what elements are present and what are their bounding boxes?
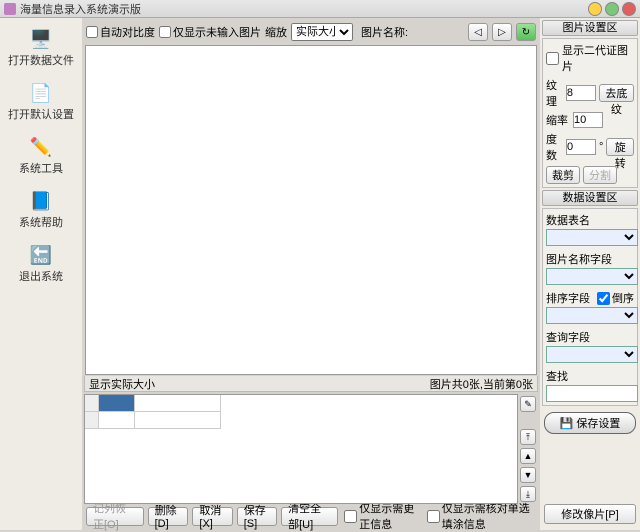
query-field-select[interactable] [546,346,638,363]
modify-image-button[interactable]: 修改像片[P] [544,504,636,524]
image-viewer[interactable] [85,45,537,375]
sidebar-item-label: 退出系统 [19,268,63,284]
find-label: 查找 [546,368,634,384]
table-row [85,412,517,429]
reverse-checkbox[interactable]: 倒序 [597,290,634,306]
wenli-label: 纹理 [546,77,563,109]
image-settings-box: 显示二代证图片 纹理去底纹 缩率 度数°旋转 裁剪分割 [542,38,638,188]
save-settings-button[interactable]: 💾保存设置 [544,412,636,434]
image-name-label: 图片名称: [361,24,408,40]
right-pane: 图片设置区 显示二代证图片 纹理去底纹 缩率 度数°旋转 裁剪分割 数据设置区 … [540,18,640,530]
zoom-label: 缩放 [265,24,287,40]
edit-icon[interactable]: ✎ [520,396,536,412]
restore-button[interactable]: 记列恢正[O] [86,507,144,526]
sidebar-item-help[interactable]: 📘 系统帮助 [6,186,76,234]
main-pane: 自动对比度 仅显示未输入图片 缩放 实际大小 图片名称: ◁ ▷ ↻ 显示实际大… [82,18,540,530]
sidebar-item-open-default[interactable]: 📄 打开默认设置 [6,78,76,126]
img-field-select[interactable] [546,268,638,285]
toolbar: 自动对比度 仅显示未输入图片 缩放 实际大小 图片名称: ◁ ▷ ↻ [84,20,538,44]
down-icon[interactable]: ▼ [520,467,536,483]
suolv-input[interactable] [573,112,603,128]
sidebar-item-label: 打开默认设置 [8,106,74,122]
close-button[interactable] [622,2,636,16]
sidebar-item-exit[interactable]: 🔚 退出系统 [6,240,76,288]
dushu-input[interactable] [566,139,596,155]
img-field-label: 图片名称字段 [546,251,634,267]
top-icon[interactable]: ⤒ [520,429,536,445]
up-icon[interactable]: ▲ [520,448,536,464]
split-button[interactable]: 分割 [583,166,617,184]
only-review-checkbox[interactable]: 仅显示需核对单选填涂信息 [427,500,536,532]
app-icon [4,3,16,15]
find-input[interactable] [546,385,638,402]
next-button[interactable]: ▷ [492,23,512,41]
auto-contrast-checkbox[interactable]: 自动对比度 [86,24,155,40]
show-2d-checkbox[interactable]: 显示二代证图片 [546,42,634,74]
exit-icon: 🔚 [27,244,55,266]
sidebar: 🖥️ 打开数据文件 📄 打开默认设置 ✏️ 系统工具 📘 系统帮助 🔚 退出系统 [0,18,82,530]
data-settings-box: 数据表名 图片名称字段 排序字段倒序 查询字段 查找 [542,208,638,406]
status-count: 图片共0张,当前第0张 [430,376,533,392]
book-icon: 📘 [27,190,55,212]
rotate-button[interactable]: 旋转 [606,138,634,156]
qudiwen-button[interactable]: 去底纹 [599,84,634,102]
prev-button[interactable]: ◁ [468,23,488,41]
cancel-button[interactable]: 取消[X] [192,507,232,526]
clear-all-button[interactable]: 清空全部[U] [281,507,338,526]
sidebar-item-open-data[interactable]: 🖥️ 打开数据文件 [6,24,76,72]
delete-button[interactable]: 删除[D] [148,507,189,526]
wenli-input[interactable] [566,85,596,101]
table-name-label: 数据表名 [546,212,634,228]
zoom-select[interactable]: 实际大小 [291,23,353,41]
minimize-button[interactable] [588,2,602,16]
sidebar-item-label: 系统帮助 [19,214,63,230]
sort-field-select[interactable] [546,307,638,324]
sidebar-item-label: 系统工具 [19,160,63,176]
window-title: 海量信息录入系统演示版 [20,1,585,17]
suolv-label: 缩率 [546,112,570,128]
status-zoom: 显示实际大小 [89,376,430,392]
status-bar: 显示实际大小 图片共0张,当前第0张 [84,376,538,392]
only-correct-checkbox[interactable]: 仅显示需更正信息 [344,500,421,532]
only-uninput-checkbox[interactable]: 仅显示未输入图片 [159,24,261,40]
table-row [85,395,517,412]
document-icon: 📄 [27,82,55,104]
image-settings-header: 图片设置区 [542,20,638,36]
sort-field-label: 排序字段 [546,290,590,306]
data-grid[interactable] [84,394,518,504]
grid-side-buttons: ✎ ⤒ ▲ ▼ ⤓ [518,394,538,504]
disk-icon: 💾 [560,417,574,430]
sidebar-item-label: 打开数据文件 [8,52,74,68]
query-field-label: 查询字段 [546,329,634,345]
monitor-icon: 🖥️ [27,28,55,50]
maximize-button[interactable] [605,2,619,16]
crop-button[interactable]: 裁剪 [546,166,580,184]
table-name-select[interactable] [546,229,638,246]
save-button[interactable]: 保存[S] [237,507,277,526]
refresh-button[interactable]: ↻ [516,23,536,41]
sidebar-item-tools[interactable]: ✏️ 系统工具 [6,132,76,180]
titlebar: 海量信息录入系统演示版 [0,0,640,18]
data-settings-header: 数据设置区 [542,190,638,206]
dushu-label: 度数 [546,131,563,163]
pencil-icon: ✏️ [27,136,55,158]
button-row: 记列恢正[O] 删除[D] 取消[X] 保存[S] 清空全部[U] 仅显示需更正… [84,504,538,528]
